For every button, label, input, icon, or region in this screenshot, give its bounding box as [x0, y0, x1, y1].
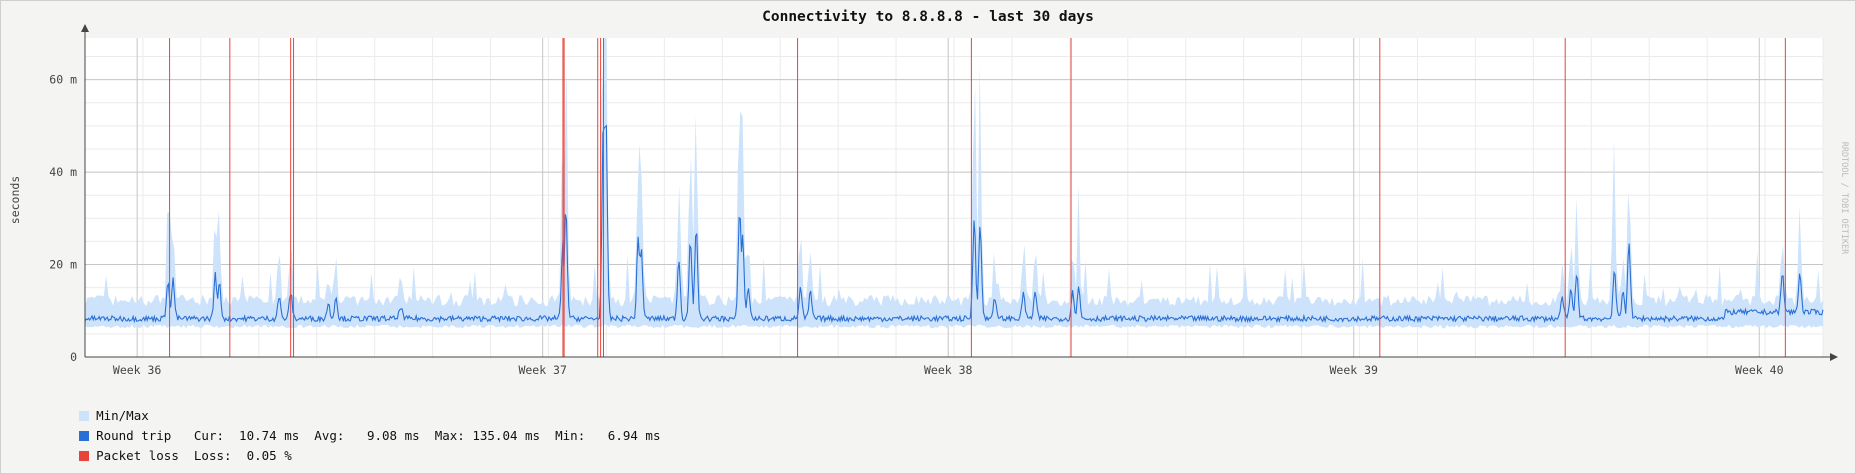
- x-tick-label: Week 36: [113, 363, 162, 377]
- legend-packetloss-label: Packet loss Loss: 0.05 %: [96, 448, 292, 463]
- chart-title: Connectivity to 8.8.8.8 - last 30 days: [762, 9, 1094, 25]
- x-tick-label: Week 40: [1735, 363, 1784, 377]
- x-tick-label: Week 37: [518, 363, 567, 377]
- x-axis-arrow: [1830, 353, 1838, 361]
- y-tick-label: 20 m: [49, 258, 77, 272]
- x-tick-label: Week 38: [924, 363, 973, 377]
- x-tick-label: Week 39: [1330, 363, 1379, 377]
- y-axis-label: seconds: [8, 176, 22, 224]
- y-axis-arrow: [81, 24, 89, 32]
- legend-packetloss-swatch: [79, 451, 90, 461]
- legend-packetloss: Packet loss Loss: 0.05 %: [64, 426, 292, 466]
- y-tick-label: 40 m: [49, 165, 77, 179]
- rrdtool-watermark: RRDTOOL / TOBI OETIKER: [1839, 142, 1849, 255]
- connectivity-chart: 0 20 m 40 m 60 m Week 36 Week 37 Week 38 Week 3…: [8, 9, 1849, 377]
- y-tick-label: 0: [70, 350, 77, 364]
- y-tick-label: 60 m: [49, 73, 77, 87]
